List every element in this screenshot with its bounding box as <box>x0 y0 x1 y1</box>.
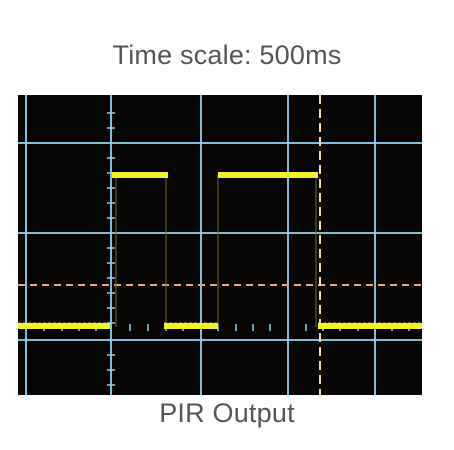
scope-display <box>18 95 422 395</box>
oscilloscope-screen <box>18 95 422 395</box>
time-scale-caption: Time scale: 500ms <box>112 40 342 70</box>
pir-output-caption: PIR Output <box>159 398 295 428</box>
scope-background <box>18 95 422 395</box>
